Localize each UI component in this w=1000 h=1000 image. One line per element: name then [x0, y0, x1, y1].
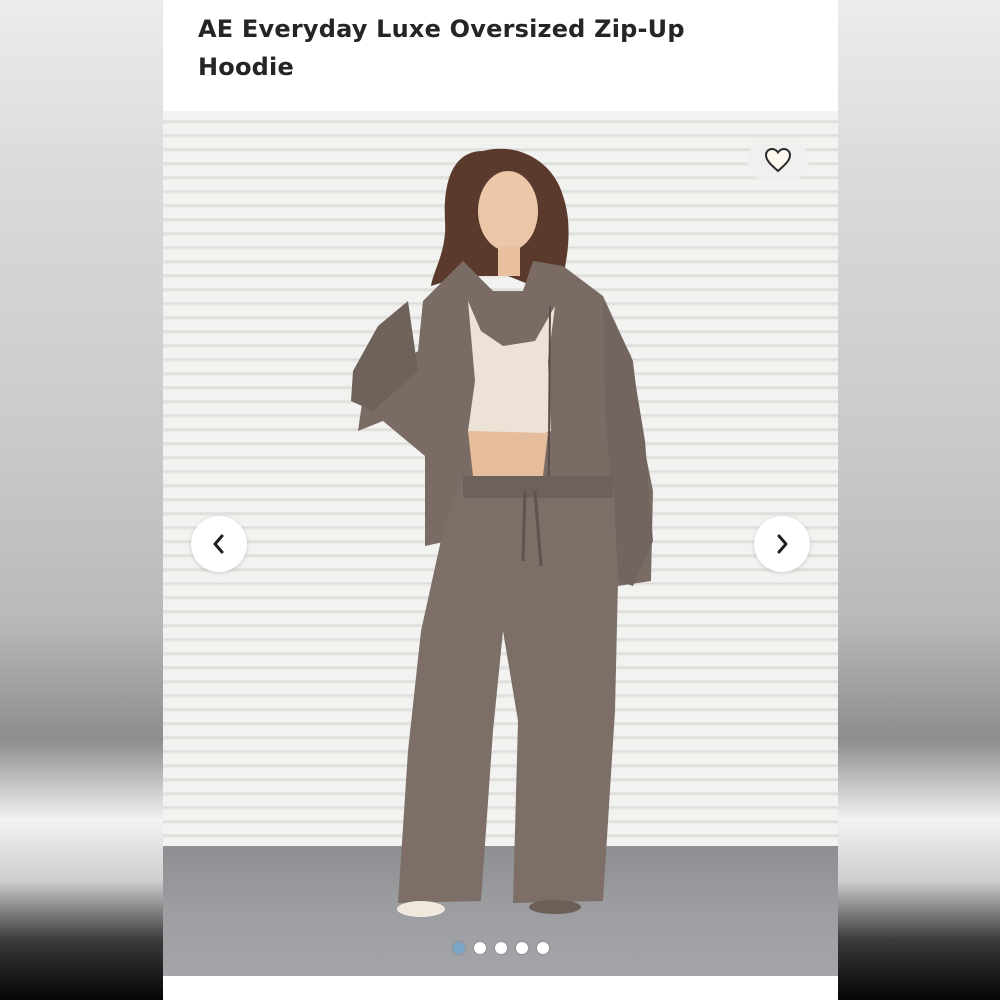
product-photo-model: [351, 148, 653, 917]
carousel-dot-4[interactable]: [515, 942, 528, 954]
chevron-right-icon: [777, 534, 788, 554]
left-background: [0, 0, 163, 1000]
product-panel: AE Everyday Luxe Oversized Zip-Up Hoodie: [163, 0, 838, 1000]
product-title: AE Everyday Luxe Oversized Zip-Up Hoodie: [198, 15, 685, 81]
previous-image-button[interactable]: [191, 516, 247, 572]
product-image-carousel[interactable]: [163, 111, 838, 976]
carousel-dot-2[interactable]: [473, 942, 486, 954]
carousel-dot-1[interactable]: [452, 942, 465, 954]
carousel-dot-5[interactable]: [536, 942, 549, 954]
carousel-dot-3[interactable]: [494, 942, 507, 954]
heart-outline-icon: [764, 147, 792, 173]
next-image-button[interactable]: [754, 516, 810, 572]
carousel-pagination: [163, 942, 838, 954]
favorite-button[interactable]: [747, 138, 809, 182]
right-background: [838, 0, 1000, 1000]
chevron-left-icon: [213, 534, 224, 554]
